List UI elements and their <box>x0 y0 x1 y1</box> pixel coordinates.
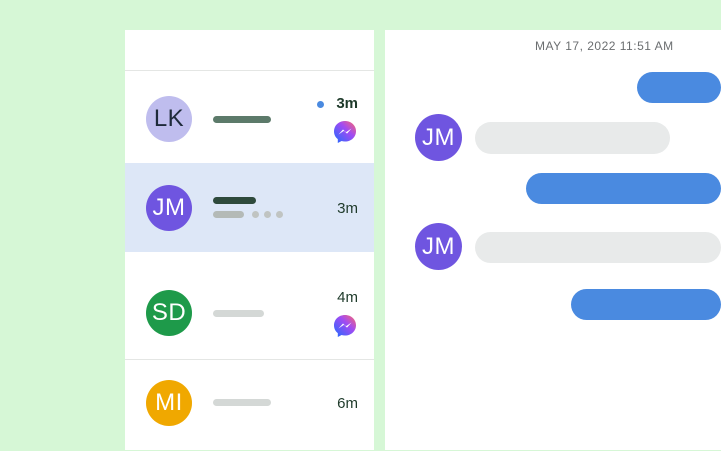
chat-thread: MAY 17, 2022 11:51 AM JM JM <box>385 30 721 450</box>
message-preview-bar <box>213 116 271 123</box>
contact-avatar: JM <box>415 223 462 270</box>
conversation-item-sd[interactable]: SD 4m <box>125 252 374 359</box>
avatar: MI <box>146 380 192 426</box>
chat-timestamp: MAY 17, 2022 11:51 AM <box>535 39 674 53</box>
conversation-time: 3m <box>336 95 358 112</box>
avatar: LK <box>146 96 192 142</box>
conversation-list: LK 3m JM 3m SD 4m MI 6m <box>125 30 374 450</box>
messenger-icon <box>334 121 356 143</box>
conversation-time: 4m <box>337 289 358 306</box>
conversation-item-jm[interactable]: JM 3m <box>125 163 374 252</box>
avatar: SD <box>146 290 192 336</box>
outgoing-message-bubble[interactable] <box>637 72 721 103</box>
unread-dot-icon <box>317 101 324 108</box>
message-preview-bar <box>213 197 256 204</box>
message-preview-bar <box>213 399 271 406</box>
conversation-item-mi[interactable]: MI 6m <box>125 359 374 451</box>
outgoing-message-bubble[interactable] <box>526 173 721 204</box>
message-preview-bar <box>213 211 244 218</box>
conversation-time: 3m <box>337 200 358 217</box>
outgoing-message-bubble[interactable] <box>571 289 721 320</box>
messenger-icon <box>334 315 356 337</box>
incoming-message-bubble[interactable] <box>475 232 721 263</box>
contact-avatar: JM <box>415 114 462 161</box>
conversation-list-header <box>125 30 374 71</box>
conversation-time: 6m <box>337 395 358 412</box>
message-preview-bar <box>213 310 264 317</box>
avatar: JM <box>146 185 192 231</box>
incoming-message-bubble[interactable] <box>475 122 670 154</box>
conversation-item-lk[interactable]: LK 3m <box>125 71 374 163</box>
